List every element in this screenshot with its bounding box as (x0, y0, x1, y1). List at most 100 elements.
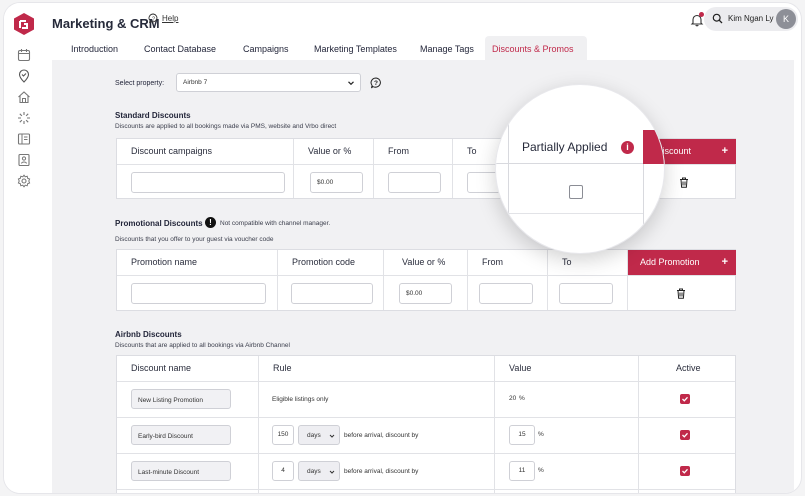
settings-icon[interactable] (17, 174, 31, 188)
add-promotion-button[interactable]: Add Promotion + (628, 250, 736, 275)
help-icon[interactable]: ? (148, 13, 159, 24)
magnified-add-button (643, 130, 664, 164)
days-input[interactable]: 150 (272, 425, 294, 445)
magnified-divider (508, 85, 509, 253)
col-to: To (562, 257, 572, 267)
active-checkbox[interactable] (680, 394, 690, 404)
days-input[interactable]: 4 (272, 461, 294, 481)
property-value: Airbnb 7 (183, 79, 208, 86)
active-checkbox[interactable] (680, 430, 690, 440)
trash-icon[interactable] (676, 288, 686, 299)
add-promotion-label: Add Promotion (640, 257, 700, 267)
chevron-down-icon (348, 81, 354, 86)
value-unit: % (519, 395, 525, 402)
sparkle-icon[interactable] (17, 111, 31, 125)
tab-campaigns[interactable]: Campaigns (236, 36, 296, 62)
location-pin-icon[interactable] (17, 69, 31, 83)
col-from: From (482, 257, 503, 267)
value-unit: % (538, 431, 544, 438)
property-select[interactable]: Airbnb 7 (176, 73, 361, 92)
col-active: Active (676, 363, 701, 373)
svg-text:?: ? (152, 16, 155, 22)
tab-manage-tags[interactable]: Manage Tags (413, 36, 481, 62)
col-promotion-name: Promotion name (131, 257, 198, 267)
standard-subtitle: Discounts are applied to all bookings ma… (115, 123, 337, 130)
magnified-divider (508, 213, 643, 214)
value-input[interactable]: 11 (509, 461, 535, 481)
chevron-down-icon (329, 434, 335, 438)
check-icon (682, 432, 688, 438)
partially-applied-label: Partially Applied (522, 140, 608, 154)
discount-value-input[interactable]: $0.00 (310, 172, 363, 193)
promotional-discounts-table: Promotion name Promotion code Value or %… (116, 249, 736, 311)
tab-discounts-promos[interactable]: Discounts & Promos (485, 36, 587, 62)
col-rule: Rule (273, 363, 292, 373)
discount-name-field: Last-minute Discount (131, 461, 231, 481)
row-divider (117, 381, 735, 382)
tab-contact-database[interactable]: Contact Database (137, 36, 223, 62)
col-value: Value or % (308, 146, 352, 156)
standard-title: Standard Discounts (115, 111, 191, 120)
partially-applied-checkbox[interactable] (569, 185, 583, 199)
app-title: Marketing & CRM (52, 16, 160, 31)
avatar[interactable]: K (776, 9, 796, 29)
check-icon (682, 396, 688, 402)
info-icon[interactable]: i (621, 141, 634, 154)
promotion-from-input[interactable] (479, 283, 533, 304)
discounts-panel: Select property: Airbnb 7 ? Standard Dis… (52, 60, 794, 493)
tab-marketing-templates[interactable]: Marketing Templates (307, 36, 404, 62)
promo-subtitle: Discounts that you offer to your guest v… (115, 236, 274, 243)
home-icon[interactable] (17, 90, 31, 104)
value-placeholder: $0.00 (317, 179, 334, 186)
airbnb-discounts-table: Discount name Rule Value Active New List… (116, 355, 736, 493)
chevron-down-icon (329, 470, 335, 474)
plus-icon: + (721, 256, 728, 268)
help-link[interactable]: Help (162, 14, 178, 23)
col-promotion-code: Promotion code (292, 257, 356, 267)
book-icon[interactable] (17, 132, 31, 146)
app-window: Marketing & CRM ? Help Kim Ngan Ly K Int… (4, 3, 801, 493)
value-placeholder: $0.00 (406, 290, 423, 297)
promotion-code-input[interactable] (291, 283, 373, 304)
promotion-name-input[interactable] (131, 283, 266, 304)
discount-name-field: New Listing Promotion (131, 389, 231, 409)
airbnb-subtitle: Discounts that are applied to all bookin… (115, 342, 290, 349)
warning-icon: ! (205, 217, 216, 228)
property-label: Select property: (115, 80, 165, 87)
app-root: Marketing & CRM ? Help Kim Ngan Ly K Int… (0, 0, 805, 496)
days-unit-select[interactable]: days (298, 425, 340, 445)
days-unit-select[interactable]: days (298, 461, 340, 481)
rule-text: before arrival, discount by (344, 468, 419, 475)
value-unit: % (538, 467, 544, 474)
promo-title: Promotional Discounts (115, 219, 203, 228)
col-divider (638, 356, 639, 493)
search-icon[interactable] (712, 13, 723, 24)
calendar-icon[interactable] (17, 48, 31, 62)
value-input[interactable]: 15 (509, 425, 535, 445)
col-discount-campaigns: Discount campaigns (131, 146, 213, 156)
question-icon[interactable]: ? (370, 77, 382, 89)
discount-from-input[interactable] (388, 172, 441, 193)
tab-bar: Introduction Contact Database Campaigns … (44, 36, 801, 62)
user-menu[interactable]: Kim Ngan Ly K (704, 7, 798, 31)
airbnb-title: Airbnb Discounts (115, 330, 182, 339)
col-discount-name: Discount name (131, 363, 192, 373)
tab-introduction[interactable]: Introduction (64, 36, 125, 62)
discount-name: Early-bird Discount (138, 433, 193, 440)
plus-icon: + (721, 145, 728, 157)
svg-text:?: ? (374, 80, 378, 87)
user-name: Kim Ngan Ly (728, 14, 774, 23)
trash-icon[interactable] (679, 177, 689, 188)
col-divider (383, 250, 384, 310)
active-checkbox[interactable] (680, 466, 690, 476)
check-icon (682, 468, 688, 474)
row-divider (117, 275, 735, 276)
row-divider (117, 453, 735, 454)
discount-name-field: Early-bird Discount (131, 425, 231, 445)
promo-note: Not compatible with channel manager. (220, 220, 331, 227)
promotion-to-input[interactable] (559, 283, 613, 304)
discount-name-input[interactable] (131, 172, 285, 193)
promotion-value-input[interactable]: $0.00 (399, 283, 452, 304)
building-icon[interactable] (17, 153, 31, 167)
days-unit: days (307, 432, 321, 439)
